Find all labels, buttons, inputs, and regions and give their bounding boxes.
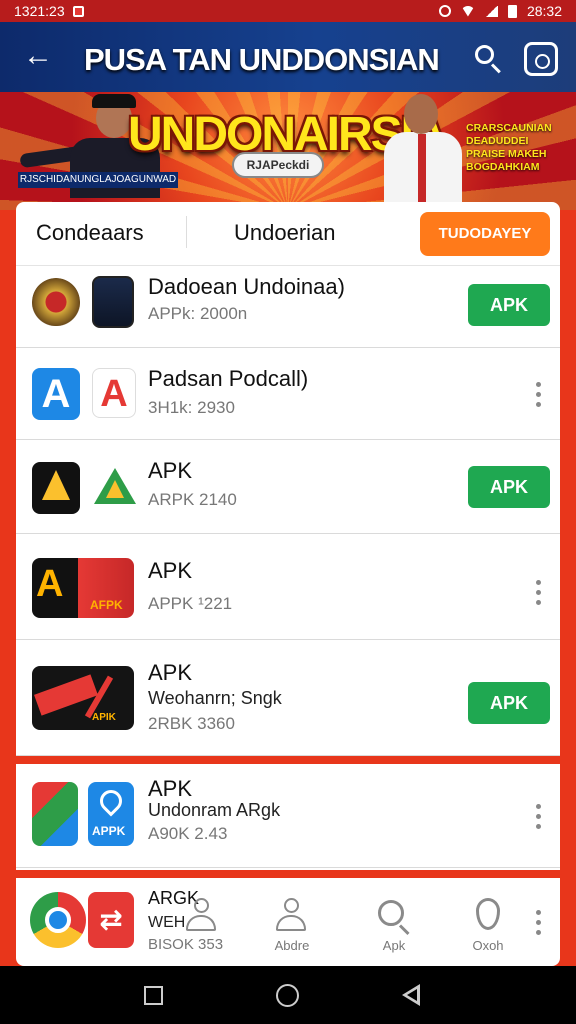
apk-icon-label: APIK — [92, 712, 116, 723]
list-item[interactable]: APIK APK Weohanrn; Sngk 2RBK 3360 APK — [16, 640, 560, 756]
nav-label: Apk — [382, 938, 406, 953]
more-options-icon[interactable] — [532, 908, 544, 938]
more-options-icon[interactable] — [532, 578, 544, 608]
page-title: PUSA TAN UNDDONSIAN — [84, 42, 440, 77]
tab-divider — [186, 216, 187, 248]
search-icon-handle — [398, 924, 410, 936]
nav-label: Oxoh — [472, 938, 504, 953]
tab-tudodayey-button[interactable]: TUDODAYEY — [420, 212, 550, 256]
a-letter-blue-icon: A — [32, 368, 80, 420]
app-subtitle: ARPK 2140 — [148, 490, 237, 509]
apk-icon-label: AFPK — [90, 598, 123, 612]
list-item[interactable]: Dadoean Undoinaa) APPk: 2000n APK — [16, 266, 560, 348]
system-nav-bar — [0, 966, 576, 1024]
app-title: APK — [148, 458, 193, 483]
drive-triangle-icon — [92, 462, 138, 514]
app-subtitle: 3H1k: 2930 — [148, 398, 235, 417]
banner-pill: RJAPeckdi — [232, 152, 324, 178]
banner-side-line: DEADUDDEI — [466, 135, 529, 147]
nav-oxoh[interactable]: Oxoh — [448, 880, 528, 960]
bottom-nav: Abdre Apk Oxoh — [16, 880, 560, 966]
header-banner: ← PUSA TAN UNDDONSIAN RJSCHIDANUNGLAJOAG… — [0, 22, 576, 210]
profile-badge-icon[interactable] — [524, 42, 558, 76]
recent-apps-icon[interactable] — [144, 986, 163, 1005]
banner-side-line: BOGDAHKIAM — [466, 161, 540, 173]
app-title: APK — [148, 776, 193, 801]
app-title: Padsan Podcall) — [148, 366, 309, 391]
person-add-icon — [276, 898, 306, 932]
battery-icon — [507, 4, 517, 18]
banner-side-line: PRAISE MAKEH — [466, 148, 547, 160]
card-separator — [0, 870, 576, 878]
apk-dark-banner-icon: APIK — [32, 666, 134, 730]
more-options-icon[interactable] — [532, 802, 544, 832]
app-subtitle: APPk: 2000n — [148, 304, 248, 323]
apk-download-button[interactable]: APK — [468, 682, 550, 724]
shield-icon — [476, 898, 500, 930]
apk-red-banner-icon: A AFPK — [32, 558, 134, 618]
nav-profile[interactable] — [176, 880, 256, 960]
app-title: Dadoean Undoinaa) — [148, 274, 345, 299]
a-letter-red-blue-icon: A — [92, 368, 136, 418]
apk-download-button[interactable]: APK — [468, 466, 550, 508]
banner-side-text: CRARSCAUNIAN DEADUDDEI PRAISE MAKEH BOGD… — [466, 122, 556, 200]
user-icon — [186, 898, 216, 932]
nav-apk[interactable]: Apk — [354, 880, 434, 960]
app-description: Undonram ARgk — [148, 800, 281, 820]
nav-label: Abdre — [274, 938, 310, 953]
list-item[interactable]: APPK APK Undonram ARgk A90K 2.43 — [16, 764, 560, 868]
app-title: APK — [148, 660, 193, 685]
app-subtitle: APPK ¹221 — [148, 594, 233, 613]
status-time-left: 1321:23 — [14, 3, 65, 19]
app-description: Weohanrn; Sngk — [148, 688, 282, 708]
status-time-right: 28:32 — [526, 3, 562, 19]
notification-icon — [72, 5, 84, 17]
banner-person-right — [378, 92, 468, 210]
drive-dark-icon — [32, 462, 80, 514]
list-item[interactable]: A AFPK APK APPK ¹221 — [16, 534, 560, 640]
tab-condeaars[interactable]: Condeaars — [36, 220, 186, 250]
apk-icon-label: APPK — [92, 824, 126, 838]
status-bar: 1321:23 28:32 — [0, 0, 576, 22]
back-arrow-icon[interactable]: ← — [22, 40, 54, 72]
apk-blue-icon: APPK — [88, 782, 134, 846]
app-subtitle: 2RBK 3360 — [148, 714, 235, 733]
wifi-icon — [460, 5, 475, 17]
drive-colored-icon — [32, 782, 78, 846]
banner-side-line: CRARSCAUNIAN — [466, 122, 552, 134]
home-icon[interactable] — [276, 984, 299, 1007]
card-separator — [0, 756, 576, 764]
app-title: APK — [148, 558, 193, 583]
portrait-app-icon — [92, 276, 134, 328]
signal-icon — [484, 5, 498, 17]
app-list-panel: Condeaars Undoerian TUDODAYEY Dadoean Un… — [16, 202, 560, 966]
list-item[interactable]: APK ARPK 2140 APK — [16, 440, 560, 534]
more-options-icon[interactable] — [532, 380, 544, 410]
record-icon — [438, 5, 451, 17]
app-subtitle: A90K 2.43 — [148, 824, 228, 843]
back-triangle-icon[interactable] — [402, 984, 422, 1008]
search-icon[interactable] — [472, 42, 504, 74]
tab-bar: Condeaars Undoerian TUDODAYEY — [16, 202, 560, 266]
banner-caption: RJSCHIDANUNGLAJOAGUNWAD — [18, 172, 178, 188]
search-icon — [378, 900, 404, 926]
shield-emblem-icon — [32, 278, 80, 326]
list-item[interactable]: A A Padsan Podcall) 3H1k: 2930 — [16, 348, 560, 440]
nav-abdre[interactable]: Abdre — [252, 880, 332, 960]
tab-undoerian[interactable]: Undoerian — [234, 220, 384, 250]
apk-download-button[interactable]: APK — [468, 284, 550, 326]
